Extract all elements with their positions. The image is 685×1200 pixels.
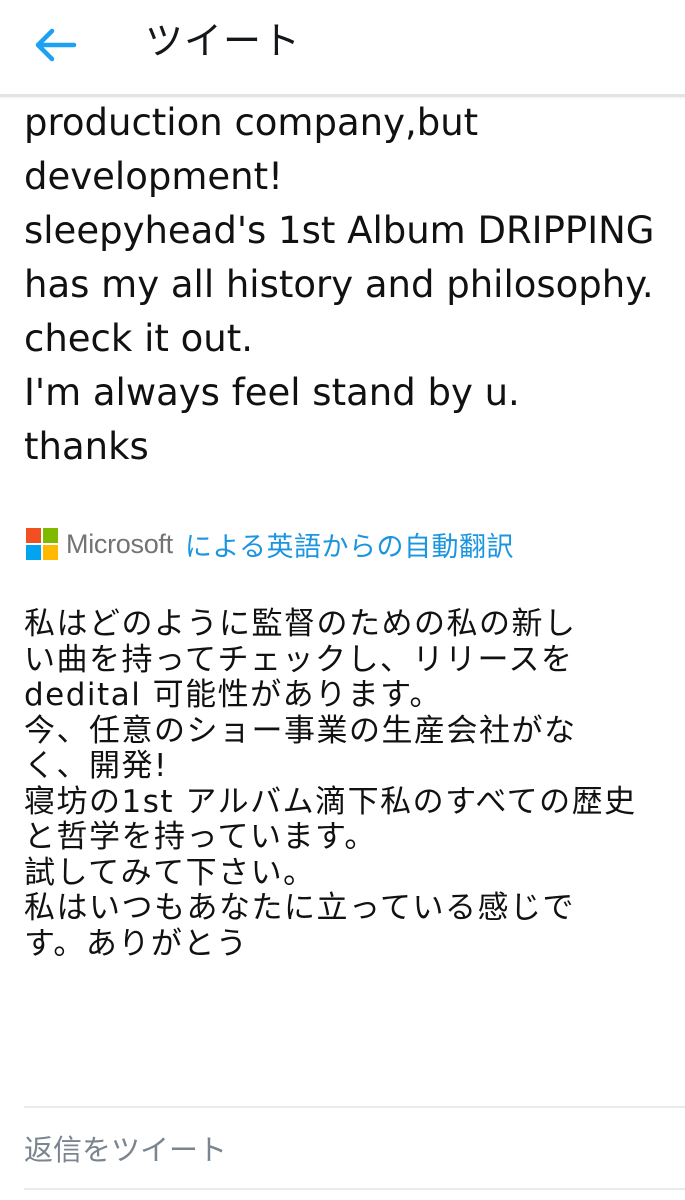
tweet-text-line: has my all history and philosophy. [24, 263, 654, 306]
translated-text-line: dedital 可能性があります。 [24, 677, 443, 713]
translated-text-line: い曲を持ってチェックし、リリースを [24, 641, 574, 678]
translated-text-line: く、開発! [24, 748, 168, 784]
translated-text-line: と哲学を持っています。 [24, 819, 377, 855]
app-bar: ツイート [0, 0, 685, 97]
translated-text-line: 今、任意のショー事業の生産会社がな [24, 712, 577, 749]
tweet-text-line: thanks [24, 425, 149, 468]
translated-text-line: 私はどのように監督のための私の新し [24, 606, 577, 642]
page-title: ツイート [145, 19, 302, 63]
translation-provider-name: Microsoft [66, 528, 173, 559]
arrow-left-icon [35, 28, 77, 62]
reply-input[interactable]: 返信をツイート [24, 1120, 664, 1180]
tweet-text-line: development! [24, 155, 283, 198]
translated-text-line: 私はいつもあなたに立っている感じで [24, 890, 575, 926]
microsoft-logo-icon [26, 528, 58, 560]
tweet-text-line: I'm always feel stand by u. [24, 371, 520, 414]
tweet-text-line: check it out. [24, 317, 253, 360]
divider [24, 1188, 685, 1190]
tweet-text-line: sleepyhead's 1st Album DRIPPING [24, 209, 655, 252]
translated-tweet-text: 私はどのように監督のための私の新し い曲を持ってチェックし、リリースを dedita… [24, 606, 685, 962]
translation-attribution[interactable]: Microsoft による英語からの自動翻訳 [26, 522, 514, 566]
translation-label[interactable]: による英語からの自動翻訳 [185, 525, 514, 564]
tweet-text: production company,but development! sleepy… [24, 96, 685, 474]
back-button[interactable] [24, 20, 88, 70]
translated-text-line: 試してみて下さい。 [24, 854, 316, 891]
divider [24, 1106, 685, 1108]
tweet-body: production company,but development! sleepy… [24, 96, 685, 474]
translated-text-line: す。ありがとう [24, 925, 249, 962]
tweet-text-line: production company,but [24, 101, 479, 144]
translated-text-line: 寝坊の1st アルバム滴下私のすべての歴史 [24, 783, 637, 820]
